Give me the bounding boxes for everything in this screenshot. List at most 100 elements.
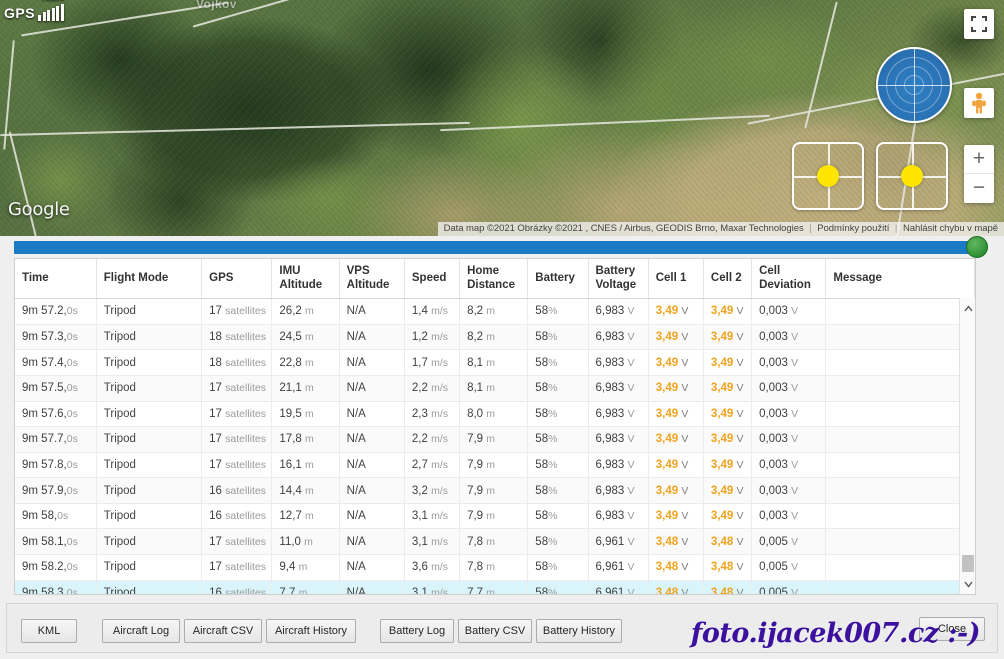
cell-home-distance: 7,8 m (460, 529, 528, 555)
cell-battery-voltage: 6,983 V (588, 401, 648, 427)
attitude-radar-indicator (876, 47, 952, 123)
cell-time: 9m 57.5,0s (15, 375, 96, 401)
close-button[interactable]: Close (919, 617, 985, 641)
scroll-up-button[interactable] (960, 300, 976, 316)
zoom-out-button[interactable]: − (964, 174, 994, 203)
cell-vps-altitude: N/A (339, 478, 404, 504)
cell-home-distance: 7,9 m (460, 478, 528, 504)
footer-button-battery-csv[interactable]: Battery CSV (458, 619, 532, 643)
attribution-report-link[interactable]: Nahlásit chybu v mapě (903, 223, 998, 234)
cell-deviation: 0,005 V (752, 529, 826, 555)
table-row[interactable]: 9m 58,0sTripod16 satellites12,7 mN/A3,1 … (15, 503, 975, 529)
cell-message (826, 350, 975, 376)
cell-battery: 58% (528, 503, 588, 529)
cell-imu-altitude: 7,7 m (272, 580, 339, 595)
cell-cell1-voltage: 3,49 V (648, 350, 703, 376)
fullscreen-button[interactable] (964, 9, 994, 39)
cell-cell2-voltage: 3,49 V (703, 478, 751, 504)
table-row[interactable]: 9m 58.3,0sTripod16 satellites7,7 mN/A3,1… (15, 580, 975, 595)
cell-speed: 2,3 m/s (404, 401, 459, 427)
column-header[interactable]: Battery (528, 259, 588, 299)
cell-home-distance: 8,2 m (460, 299, 528, 325)
table-row[interactable]: 9m 58.1,0sTripod17 satellites11,0 mN/A3,… (15, 529, 975, 555)
zoom-in-button[interactable]: + (964, 145, 994, 174)
cell-vps-altitude: N/A (339, 503, 404, 529)
cell-flight-mode: Tripod (96, 478, 201, 504)
column-header[interactable]: Speed (404, 259, 459, 299)
fullscreen-icon (971, 16, 987, 32)
column-header[interactable]: CellDeviation (752, 259, 826, 299)
cell-home-distance: 7,8 m (460, 555, 528, 581)
cell-battery-voltage: 6,961 V (588, 580, 648, 595)
table-row[interactable]: 9m 57.7,0sTripod17 satellites17,8 mN/A2,… (15, 427, 975, 453)
cell-battery: 58% (528, 324, 588, 350)
footer-button-battery-log[interactable]: Battery Log (380, 619, 454, 643)
column-header[interactable]: GPS (202, 259, 272, 299)
scroll-down-button[interactable] (960, 576, 976, 592)
cell-gps: 17 satellites (202, 452, 272, 478)
cell-speed: 1,7 m/s (404, 350, 459, 376)
column-header[interactable]: Message (826, 259, 975, 299)
table-row[interactable]: 9m 57.8,0sTripod17 satellites16,1 mN/A2,… (15, 452, 975, 478)
column-header[interactable]: VPSAltitude (339, 259, 404, 299)
column-header[interactable]: BatteryVoltage (588, 259, 648, 299)
table-row[interactable]: 9m 57.9,0sTripod16 satellites14,4 mN/A3,… (15, 478, 975, 504)
column-header[interactable]: Cell 1 (648, 259, 703, 299)
column-header[interactable]: IMUAltitude (272, 259, 339, 299)
footer-button-aircraft-history[interactable]: Aircraft History (266, 619, 356, 643)
gps-label: GPS (4, 5, 35, 21)
timeline-track[interactable] (14, 241, 976, 254)
cell-home-distance: 8,1 m (460, 350, 528, 376)
cell-message (826, 503, 975, 529)
cell-cell1-voltage: 3,49 V (648, 375, 703, 401)
cell-cell1-voltage: 3,49 V (648, 401, 703, 427)
zoom-controls[interactable]: + − (964, 145, 994, 203)
gps-value: NaN (42, 0, 64, 3)
column-header[interactable]: Time (15, 259, 96, 299)
cell-flight-mode: Tripod (96, 299, 201, 325)
cell-battery-voltage: 6,983 V (588, 427, 648, 453)
cell-gps: 18 satellites (202, 324, 272, 350)
cell-message (826, 299, 975, 325)
cell-battery-voltage: 6,983 V (588, 324, 648, 350)
table-row[interactable]: 9m 57.3,0sTripod18 satellites24,5 mN/A1,… (15, 324, 975, 350)
scroll-thumb[interactable] (962, 555, 974, 572)
cell-deviation: 0,003 V (752, 401, 826, 427)
cell-cell2-voltage: 3,49 V (703, 299, 751, 325)
footer-button-battery-history[interactable]: Battery History (536, 619, 622, 643)
cell-battery: 58% (528, 350, 588, 376)
cell-battery-voltage: 6,983 V (588, 375, 648, 401)
table-row[interactable]: 9m 58.2,0sTripod17 satellites9,4 mN/A3,6… (15, 555, 975, 581)
map-view[interactable]: Vojkov GPS NaN (0, 0, 1004, 236)
cell-message (826, 529, 975, 555)
table-scrollbar[interactable] (959, 298, 975, 594)
playback-timeline[interactable] (0, 236, 1004, 258)
footer-button-aircraft-log[interactable]: Aircraft Log (102, 619, 180, 643)
table-row[interactable]: 9m 57.4,0sTripod18 satellites22,8 mN/A1,… (15, 350, 975, 376)
table-row[interactable]: 9m 57.6,0sTripod17 satellites19,5 mN/A2,… (15, 401, 975, 427)
footer-button-aircraft-csv[interactable]: Aircraft CSV (184, 619, 262, 643)
cell-cell2-voltage: 3,48 V (703, 529, 751, 555)
timeline-handle[interactable] (966, 236, 988, 258)
cell-flight-mode: Tripod (96, 350, 201, 376)
cell-battery: 58% (528, 478, 588, 504)
street-view-pegman-button[interactable] (964, 88, 994, 118)
flight-log-table-panel[interactable]: TimeFlight ModeGPSIMUAltitudeVPSAltitude… (14, 258, 976, 595)
cell-battery-voltage: 6,961 V (588, 555, 648, 581)
flight-log-table: TimeFlight ModeGPSIMUAltitudeVPSAltitude… (15, 259, 975, 595)
cell-speed: 2,2 m/s (404, 375, 459, 401)
table-row[interactable]: 9m 57.2,0sTripod17 satellites26,2 mN/A1,… (15, 299, 975, 325)
cell-time: 9m 57.2,0s (15, 299, 96, 325)
footer-button-kml[interactable]: KML (21, 619, 77, 643)
cell-speed: 3,1 m/s (404, 580, 459, 595)
column-header[interactable]: HomeDistance (460, 259, 528, 299)
cell-flight-mode: Tripod (96, 503, 201, 529)
column-header[interactable]: Flight Mode (96, 259, 201, 299)
cell-imu-altitude: 19,5 m (272, 401, 339, 427)
cell-message (826, 452, 975, 478)
cell-imu-altitude: 16,1 m (272, 452, 339, 478)
cell-message (826, 580, 975, 595)
attribution-terms-link[interactable]: Podmínky použití (817, 223, 889, 234)
table-row[interactable]: 9m 57.5,0sTripod17 satellites21,1 mN/A2,… (15, 375, 975, 401)
column-header[interactable]: Cell 2 (703, 259, 751, 299)
